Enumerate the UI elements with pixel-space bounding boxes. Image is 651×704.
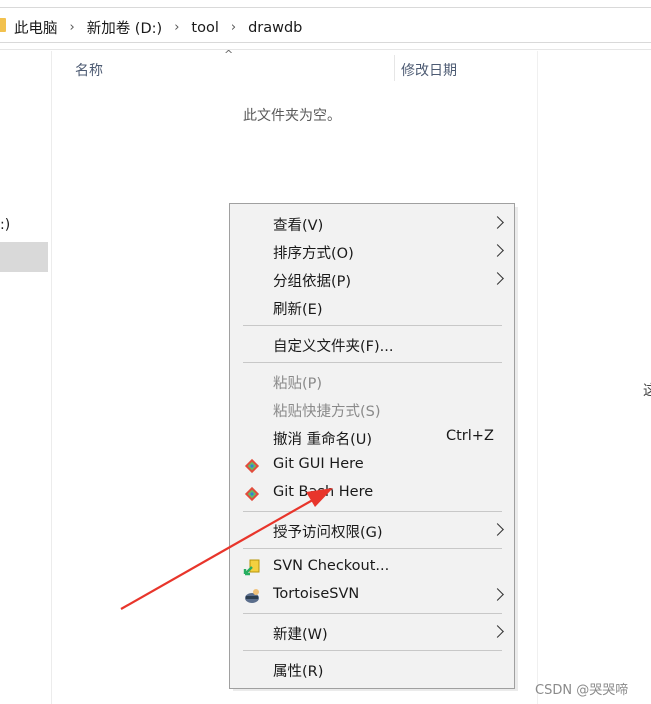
- pane-divider: [537, 51, 538, 704]
- menu-item-label: 粘贴(P): [273, 376, 323, 392]
- empty-folder-message: 此文件夹为空。: [243, 108, 341, 124]
- menu-item-label: 分组依据(P): [273, 274, 352, 290]
- menu-item-label: 属性(R): [273, 664, 324, 680]
- submenu-arrow-icon: [491, 625, 504, 638]
- submenu-arrow-icon: [491, 272, 504, 285]
- menu-separator: [243, 511, 502, 512]
- navigation-pane: [0, 51, 52, 704]
- git-diamond-icon: [244, 486, 260, 502]
- menu-separator: [243, 613, 502, 614]
- tortoise-icon: [245, 589, 259, 603]
- chevron-right-icon[interactable]: ›: [70, 20, 75, 35]
- menu-item-label: TortoiseSVN: [273, 586, 360, 602]
- menu-item-label: Git GUI Here: [273, 456, 364, 472]
- shortcut-label: Ctrl+Z: [446, 428, 494, 444]
- sort-caret-icon: ^: [224, 48, 234, 61]
- breadcrumb-tool[interactable]: tool: [191, 20, 218, 36]
- svn-checkout-icon: [243, 559, 260, 576]
- menu-item-sort[interactable]: 排序方式(O): [231, 237, 514, 265]
- menu-separator: [243, 548, 502, 549]
- submenu-arrow-icon: [491, 523, 504, 536]
- watermark: CSDN @哭哭啼: [535, 683, 629, 698]
- menu-item-paste: 粘贴(P): [231, 367, 514, 395]
- column-header-date[interactable]: 修改日期: [401, 60, 457, 80]
- menu-item-label: 刷新(E): [273, 302, 323, 318]
- menu-item-label: SVN Checkout...: [273, 558, 390, 574]
- breadcrumb: 此电脑 › 新加卷 (D:) › tool › drawdb: [14, 17, 302, 38]
- menu-item-git-gui[interactable]: Git GUI Here: [231, 451, 514, 479]
- menu-item-properties[interactable]: 属性(R): [231, 655, 514, 683]
- folder-icon: [0, 18, 6, 32]
- address-box[interactable]: 此电脑 › 新加卷 (D:) › tool › drawdb: [0, 7, 651, 43]
- git-diamond-icon: [244, 458, 260, 474]
- menu-item-label: 新建(W): [273, 627, 328, 643]
- breadcrumb-volume-d[interactable]: 新加卷 (D:): [87, 17, 162, 38]
- address-bar: 此电脑 › 新加卷 (D:) › tool › drawdb: [0, 0, 651, 50]
- menu-item-group[interactable]: 分组依据(P): [231, 265, 514, 293]
- breadcrumb-this-pc[interactable]: 此电脑: [14, 17, 58, 38]
- menu-item-label: 查看(V): [273, 218, 324, 234]
- breadcrumb-drawdb[interactable]: drawdb: [248, 20, 302, 36]
- menu-item-new[interactable]: 新建(W): [231, 618, 514, 646]
- chevron-right-icon[interactable]: ›: [174, 20, 179, 35]
- menu-item-grant-access[interactable]: 授予访问权限(G): [231, 516, 514, 544]
- menu-item-view[interactable]: 查看(V): [231, 209, 514, 237]
- submenu-arrow-icon: [491, 216, 504, 229]
- menu-item-paste-shortcut: 粘贴快捷方式(S): [231, 395, 514, 423]
- nav-item-selected[interactable]: [0, 242, 48, 272]
- submenu-arrow-icon: [491, 244, 504, 257]
- menu-item-label: 自定义文件夹(F)...: [273, 339, 394, 355]
- menu-item-undo-rename[interactable]: 撤消 重命名(U) Ctrl+Z: [231, 423, 514, 451]
- column-header-name[interactable]: 名称: [75, 60, 103, 80]
- submenu-arrow-icon: [491, 588, 504, 601]
- menu-item-label: 撤消 重命名(U): [273, 432, 373, 448]
- menu-separator: [243, 650, 502, 651]
- menu-item-tortoisesvn[interactable]: TortoiseSVN: [231, 581, 514, 609]
- nav-item-fragment[interactable]: :): [0, 217, 10, 233]
- chevron-right-icon[interactable]: ›: [231, 20, 236, 35]
- details-pane-fragment: 这: [643, 383, 651, 399]
- menu-item-git-bash[interactable]: Git Bash Here: [231, 479, 514, 507]
- menu-item-label: 排序方式(O): [273, 246, 354, 262]
- menu-item-customize-folder[interactable]: 自定义文件夹(F)...: [231, 330, 514, 358]
- menu-item-label: 粘贴快捷方式(S): [273, 404, 381, 420]
- menu-item-refresh[interactable]: 刷新(E): [231, 293, 514, 321]
- menu-separator: [243, 362, 502, 363]
- menu-item-label: Git Bash Here: [273, 484, 374, 500]
- column-divider[interactable]: [394, 55, 395, 81]
- menu-item-label: 授予访问权限(G): [273, 525, 383, 541]
- context-menu: 查看(V) 排序方式(O) 分组依据(P) 刷新(E) 自定义文件夹(F)...…: [229, 203, 515, 689]
- menu-item-svn-checkout[interactable]: SVN Checkout...: [231, 553, 514, 581]
- menu-separator: [243, 325, 502, 326]
